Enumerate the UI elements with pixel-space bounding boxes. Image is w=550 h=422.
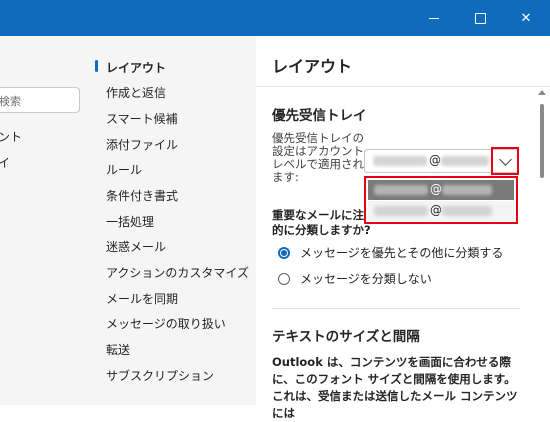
scroll-up-icon[interactable] <box>538 90 546 95</box>
content-header: レイアウト <box>256 36 550 87</box>
nav-item-sync-email[interactable]: メールを同期 <box>106 290 178 307</box>
account-option[interactable]: @ <box>368 180 514 200</box>
radio-checked-icon <box>278 246 290 259</box>
nav-item-junk-email[interactable]: 迷惑メール <box>106 238 166 255</box>
settings-search-pane: 検索 ント イ <box>0 36 86 405</box>
search-placeholder: 検索 <box>0 95 21 108</box>
nav-item-rules[interactable]: ルール <box>106 161 142 178</box>
radio-sort-focused-other[interactable]: メッセージを優先とその他に分類する <box>278 244 503 261</box>
chevron-down-icon <box>498 152 512 166</box>
account-level-label: 優先受信トレイの設定はアカウントレベルで適用されます: <box>272 131 364 184</box>
category-item-truncated[interactable]: ント <box>0 128 22 145</box>
blurred-account-domain <box>441 156 489 166</box>
nav-item-conditional-formatting[interactable]: 条件付き書式 <box>106 187 178 204</box>
nav-item-subscriptions[interactable]: サブスクリプション <box>106 367 214 384</box>
radio-no-sort[interactable]: メッセージを分類しない <box>278 270 432 287</box>
account-option[interactable]: @ <box>368 201 514 221</box>
scrollbar-thumb[interactable] <box>540 104 544 178</box>
blurred-account-domain <box>442 185 492 195</box>
nav-selected-indicator <box>95 60 98 72</box>
radio-unchecked-icon <box>278 272 290 285</box>
category-item-truncated[interactable]: イ <box>0 154 10 171</box>
scrollbar[interactable] <box>537 88 547 405</box>
blurred-account-name <box>374 206 428 216</box>
settings-search-input[interactable]: 検索 <box>0 87 80 113</box>
account-dropdown-list: @ @ <box>364 176 518 224</box>
text-size-heading: テキストのサイズと間隔 <box>272 329 420 345</box>
sort-question-tail: 的に分類しますか? <box>272 223 371 237</box>
section-divider <box>272 308 520 309</box>
nav-item-message-handling[interactable]: メッセージの取り扱い <box>106 315 226 332</box>
nav-item-attachments[interactable]: 添付ファイル <box>106 136 178 153</box>
settings-content: レイアウト 優先受信トレイ 優先受信トレイの設定はアカウントレベルで適用されます… <box>256 36 550 420</box>
maximize-button[interactable] <box>457 0 503 36</box>
blurred-account-name <box>374 185 428 195</box>
page-title: レイアウト <box>272 57 353 76</box>
radio-label: メッセージを優先とその他に分類する <box>300 246 504 260</box>
nav-item-layout[interactable]: レイアウト <box>106 59 166 76</box>
nav-item-sweep[interactable]: 一括処理 <box>106 213 154 230</box>
nav-item-smart-suggestions[interactable]: スマート候補 <box>106 110 178 127</box>
nav-item-customize-actions[interactable]: アクションのカスタマイズ <box>106 264 249 281</box>
radio-label: メッセージを分類しない <box>300 272 432 286</box>
account-dropdown-button[interactable] <box>491 147 519 175</box>
minimize-button[interactable] <box>411 0 457 36</box>
close-icon: ✕ <box>520 10 532 26</box>
blurred-account-name <box>373 156 427 166</box>
sort-question: 重要なメールに注 <box>272 208 364 222</box>
maximize-icon <box>474 12 486 24</box>
account-at-sign: @ <box>430 182 442 196</box>
account-at-sign: @ <box>429 153 441 167</box>
close-button[interactable]: ✕ <box>503 0 549 36</box>
text-size-description: Outlook は、コンテンツを画面に合わせる際に、このフォント サイズと間隔を… <box>272 355 518 420</box>
settings-nav: レイアウト 作成と返信 スマート候補 添付ファイル ルール 条件付き書式 一括処… <box>86 36 256 405</box>
title-bar: ✕ <box>0 0 550 36</box>
nav-item-compose-reply[interactable]: 作成と返信 <box>106 84 166 101</box>
minimize-icon <box>429 17 439 19</box>
focused-inbox-heading: 優先受信トレイ <box>272 108 367 124</box>
blurred-account-domain <box>442 206 492 216</box>
account-at-sign: @ <box>430 203 442 217</box>
nav-item-forwarding[interactable]: 転送 <box>106 341 130 358</box>
